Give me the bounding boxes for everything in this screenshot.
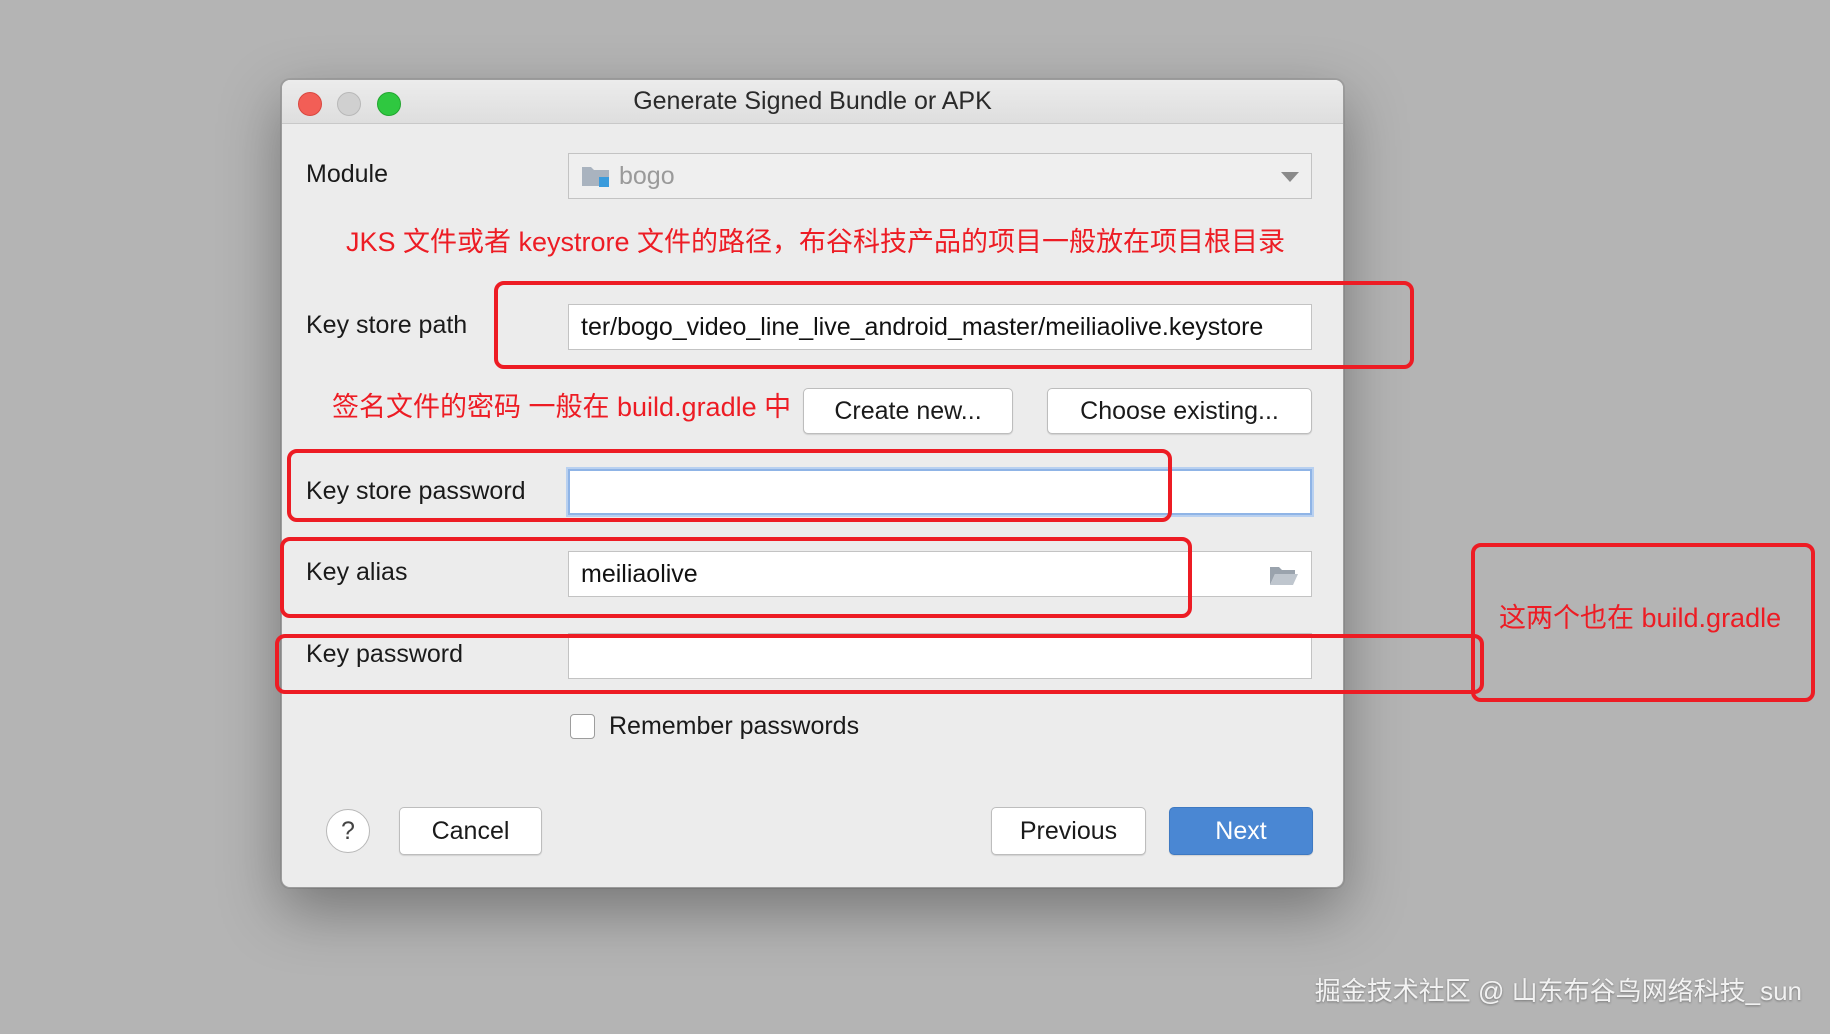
create-new-button[interactable]: Create new... bbox=[803, 388, 1013, 434]
cancel-button[interactable]: Cancel bbox=[399, 807, 542, 855]
remember-passwords-checkbox[interactable] bbox=[570, 714, 595, 739]
window-title: Generate Signed Bundle or APK bbox=[633, 87, 992, 115]
help-button[interactable]: ? bbox=[326, 809, 370, 853]
folder-open-icon[interactable] bbox=[1269, 564, 1299, 586]
watermark: 掘金技术社区 @ 山东布谷鸟网络科技_sun bbox=[1314, 976, 1802, 1006]
module-folder-icon bbox=[581, 164, 611, 188]
key-password-highlight-box bbox=[275, 634, 1484, 694]
chevron-down-icon bbox=[1281, 172, 1299, 182]
password-annotation: 签名文件的密码 一般在 build.gradle 中 bbox=[332, 392, 792, 422]
keystore-annotation: JKS 文件或者 keystrore 文件的路径，布谷科技产品的项目一般放在项目… bbox=[346, 227, 1286, 257]
previous-button[interactable]: Previous bbox=[991, 807, 1146, 855]
module-value: bogo bbox=[619, 161, 675, 190]
module-label: Module bbox=[306, 160, 388, 188]
remember-passwords-label: Remember passwords bbox=[609, 712, 860, 740]
keystore-path-highlight-box bbox=[494, 281, 1414, 369]
next-button[interactable]: Next bbox=[1169, 807, 1313, 855]
alias-annotation: 这两个也在 build.gradle bbox=[1499, 603, 1782, 633]
module-dropdown[interactable]: bogo bbox=[568, 153, 1312, 199]
keystore-path-label: Key store path bbox=[306, 311, 468, 339]
title-bar: Generate Signed Bundle or APK bbox=[282, 80, 1343, 124]
choose-existing-button[interactable]: Choose existing... bbox=[1047, 388, 1312, 434]
keystore-password-highlight-box bbox=[287, 449, 1172, 522]
key-alias-highlight-box bbox=[280, 537, 1192, 618]
